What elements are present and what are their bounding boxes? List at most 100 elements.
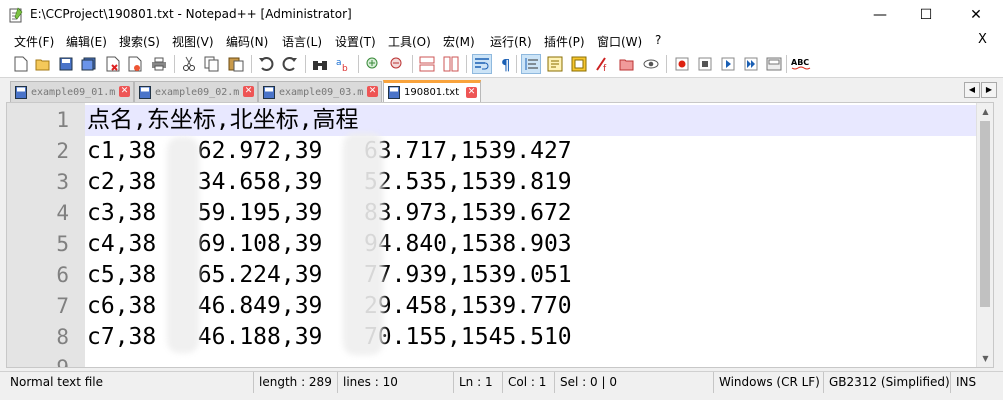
play-macro-icon[interactable] [719, 55, 737, 73]
copy-icon[interactable] [203, 55, 221, 73]
line-number: 2 [56, 139, 69, 163]
menu-encoding[interactable]: 编码(N) [226, 33, 268, 50]
menu-help[interactable]: ? [655, 33, 661, 47]
show-all-chars-icon[interactable]: ¶ [497, 55, 515, 73]
scroll-up-icon[interactable]: ▲ [977, 103, 993, 120]
toolbar-separator [466, 55, 467, 73]
open-file-icon[interactable] [34, 55, 52, 73]
minimize-button[interactable]: — [857, 0, 903, 30]
sync-v-icon[interactable] [418, 55, 436, 73]
line-number: 5 [56, 232, 69, 256]
save-icon[interactable] [57, 55, 75, 73]
tab-close-icon[interactable]: ✕ [466, 87, 477, 98]
paste-icon[interactable] [227, 55, 245, 73]
menu-run[interactable]: 运行(R) [490, 33, 532, 50]
minimize-icon: — [873, 7, 887, 23]
tab-example09-03[interactable]: example09_03.m ✕ [258, 81, 382, 102]
menu-search[interactable]: 搜索(S) [119, 33, 160, 50]
tab-label: 190801.txt [404, 87, 460, 98]
status-insert-mode: INS [950, 372, 976, 394]
indent-guide-icon[interactable] [521, 54, 541, 74]
code-area[interactable]: 点名,东坐标,北坐标,高程 c1,38 62.972,39 63.717,153… [85, 103, 977, 367]
editor[interactable]: 1 2 3 4 5 6 7 8 9 点名,东坐标,北坐标,高程 c1,38 62… [6, 102, 994, 368]
status-column: Col : 1 [502, 372, 546, 394]
svg-text:a: a [336, 58, 342, 68]
word-wrap-icon[interactable] [472, 54, 492, 74]
undo-icon[interactable] [257, 55, 275, 73]
zoom-in-icon[interactable] [364, 55, 382, 73]
window-title: E:\CCProject\190801.txt - Notepad++ [Adm… [30, 7, 352, 21]
file-saved-icon [388, 86, 400, 99]
tab-example09-02[interactable]: example09_02.m ✕ [134, 81, 258, 102]
user-lang-icon[interactable] [546, 55, 564, 73]
new-file-icon[interactable] [12, 55, 30, 73]
toolbar: ab ¶ f ABC [0, 50, 1003, 78]
redacted-region [167, 137, 199, 353]
record-macro-icon[interactable] [673, 55, 691, 73]
notepadpp-app-icon [9, 7, 23, 23]
status-line-number: Ln : 1 [453, 372, 493, 394]
function-list-icon[interactable]: f [594, 55, 612, 73]
menu-tools[interactable]: 工具(O) [388, 33, 431, 50]
save-all-icon[interactable] [80, 55, 98, 73]
menu-language[interactable]: 语言(L) [282, 33, 322, 50]
save-macro-icon[interactable] [765, 55, 783, 73]
sync-h-icon[interactable] [442, 55, 460, 73]
cut-icon[interactable] [180, 55, 198, 73]
status-eol: Windows (CR LF) [713, 372, 820, 394]
tab-scroll-controls: ◀ ▶ [963, 82, 997, 98]
doc-map-icon[interactable] [570, 55, 588, 73]
line-number: 6 [56, 263, 69, 287]
toolbar-separator [516, 55, 517, 73]
tab-190801-txt[interactable]: 190801.txt ✕ [383, 80, 481, 102]
tab-scroll-left-icon[interactable]: ◀ [964, 82, 980, 98]
find-icon[interactable] [311, 55, 329, 73]
toolbar-separator [174, 55, 175, 73]
line-number: 3 [56, 170, 69, 194]
replace-icon[interactable]: ab [334, 55, 352, 73]
close-icon[interactable] [104, 55, 122, 73]
vertical-scrollbar[interactable]: ▲ ▼ [976, 103, 993, 367]
tab-example09-01[interactable]: example09_01.m ✕ [10, 81, 134, 102]
scrollbar-thumb[interactable] [980, 121, 990, 307]
menu-plugins[interactable]: 插件(P) [544, 33, 585, 50]
menu-edit[interactable]: 编辑(E) [66, 33, 107, 50]
code-line: c6,38 46.849,39 29.458,1539.770 [87, 293, 572, 319]
folder-workspace-icon[interactable] [618, 55, 636, 73]
tab-close-icon[interactable]: ✕ [367, 86, 378, 97]
tab-scroll-right-icon[interactable]: ▶ [981, 82, 997, 98]
svg-text:¶: ¶ [501, 56, 511, 72]
tab-bar: example09_01.m ✕ example09_02.m ✕ exampl… [0, 78, 1003, 102]
close-all-icon[interactable] [126, 55, 144, 73]
toolbar-separator [412, 55, 413, 73]
tab-close-icon[interactable]: ✕ [119, 86, 130, 97]
menu-view[interactable]: 视图(V) [172, 33, 214, 50]
toolbar-separator [666, 55, 667, 73]
menu-window[interactable]: 窗口(W) [597, 33, 642, 50]
close-window-button[interactable]: ✕ [949, 0, 1003, 30]
run-macro-multiple-icon[interactable] [742, 55, 760, 73]
toolbar-separator [358, 55, 359, 73]
tab-close-icon[interactable]: ✕ [243, 86, 254, 97]
menu-file[interactable]: 文件(F) [14, 33, 54, 50]
stop-macro-icon[interactable] [696, 55, 714, 73]
line-number: 9 [56, 356, 69, 368]
line-number-gutter: 1 2 3 4 5 6 7 8 9 [7, 103, 85, 367]
file-saved-icon [263, 85, 275, 99]
redo-icon[interactable] [281, 55, 299, 73]
code-line: c2,38 34.658,39 52.535,1539.819 [87, 169, 572, 195]
print-icon[interactable] [150, 55, 168, 73]
zoom-out-icon[interactable] [388, 55, 406, 73]
maximize-icon: ☐ [919, 7, 933, 23]
monitoring-icon[interactable] [642, 55, 660, 73]
menu-macro[interactable]: 宏(M) [443, 33, 475, 50]
redacted-region [343, 133, 383, 355]
code-line: c1,38 62.972,39 63.717,1539.427 [87, 138, 572, 164]
close-document-button[interactable]: X [978, 32, 987, 47]
menu-settings[interactable]: 设置(T) [335, 33, 376, 50]
code-line: c5,38 65.224,39 77.939,1539.051 [87, 262, 572, 288]
spell-check-icon[interactable]: ABC [790, 55, 812, 73]
line-number: 8 [56, 325, 69, 349]
maximize-button[interactable]: ☐ [903, 0, 949, 30]
scroll-down-icon[interactable]: ▼ [977, 350, 993, 367]
